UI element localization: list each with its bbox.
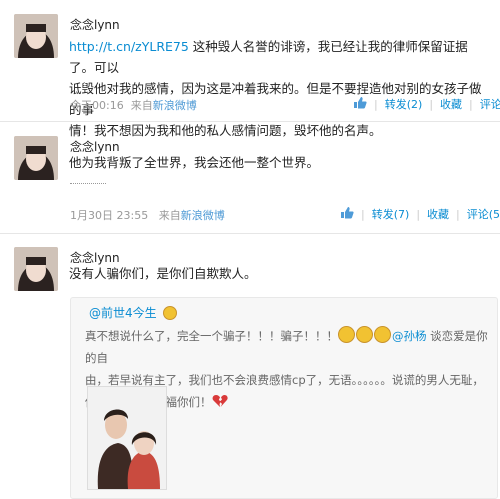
avatar[interactable] [14,14,58,58]
source-prefix: 来自 [158,209,181,222]
divider [0,121,500,122]
emoji-icon [356,326,373,343]
thumbs-up-icon[interactable] [353,96,367,112]
post-text: http://t.cn/zYLRE75 这种毁人名誉的诽谤，我已经让我的律师保留… [69,36,489,141]
divider [0,233,500,234]
post-text: 他为我背叛了全世界，我会还他一整个世界。 [69,155,320,170]
timestamp[interactable]: 1月30日 23:55 [70,209,148,222]
repost-button[interactable]: 转发(2) [385,96,423,112]
username[interactable]: 念念lynn [70,16,120,33]
avatar[interactable] [14,136,58,180]
post-actions: | 转发(2) | 收藏 | 评论 [353,96,500,112]
divider [70,183,106,187]
post-text-line: 情！我不想因为我和他的私人感情问题，毁坏他的名声。 [69,123,382,138]
comment-button[interactable]: 评论(5) [467,206,500,222]
repost-button[interactable]: 转发(7) [372,206,410,222]
thumbs-up-icon[interactable] [340,206,354,222]
forward-text-line: 由，若早说有主了，我们也不会浪费感情cp了，无语。。。。。。说谎的男人无耻， [85,373,484,387]
forward-author-link[interactable]: @前世4今生 [89,306,157,320]
avatar[interactable] [14,247,58,291]
forwarded-post: @前世4今生 真不想说什么了，完全一个骗子！！！骗子！！！ @孙杨 谈恋爱是你的自… [70,297,498,499]
emoji-icon [338,326,355,343]
comment-button[interactable]: 评论 [480,96,500,112]
favorite-button[interactable]: 收藏 [440,96,462,112]
post-link[interactable]: http://t.cn/zYLRE75 [69,39,189,54]
source-prefix: 来自 [130,99,153,112]
emoji-icon [374,326,391,343]
post-text: 没有人骗你们，是你们自欺欺人。 [69,266,257,281]
timestamp[interactable]: 今天00:16 [70,99,124,112]
forward-text-line: 真不想说什么了，完全一个骗子！！！骗子！！！ [85,329,338,343]
forward-photo[interactable] [87,386,167,490]
post-meta: 今天00:16 来自新浪微博 [70,97,197,113]
mention-link[interactable]: @孙杨 [392,329,427,343]
source-link[interactable]: 新浪微博 [181,209,225,222]
forward-author: @前世4今生 [89,304,178,321]
favorite-button[interactable]: 收藏 [427,206,449,222]
heart-eyes-icon [163,306,178,320]
broken-heart-icon [212,395,228,409]
post-meta: 1月30日 23:55 来自新浪微博 [70,207,225,223]
post-actions: | 转发(7) | 收藏 | 评论(5) [340,206,500,222]
source-link[interactable]: 新浪微博 [153,99,197,112]
